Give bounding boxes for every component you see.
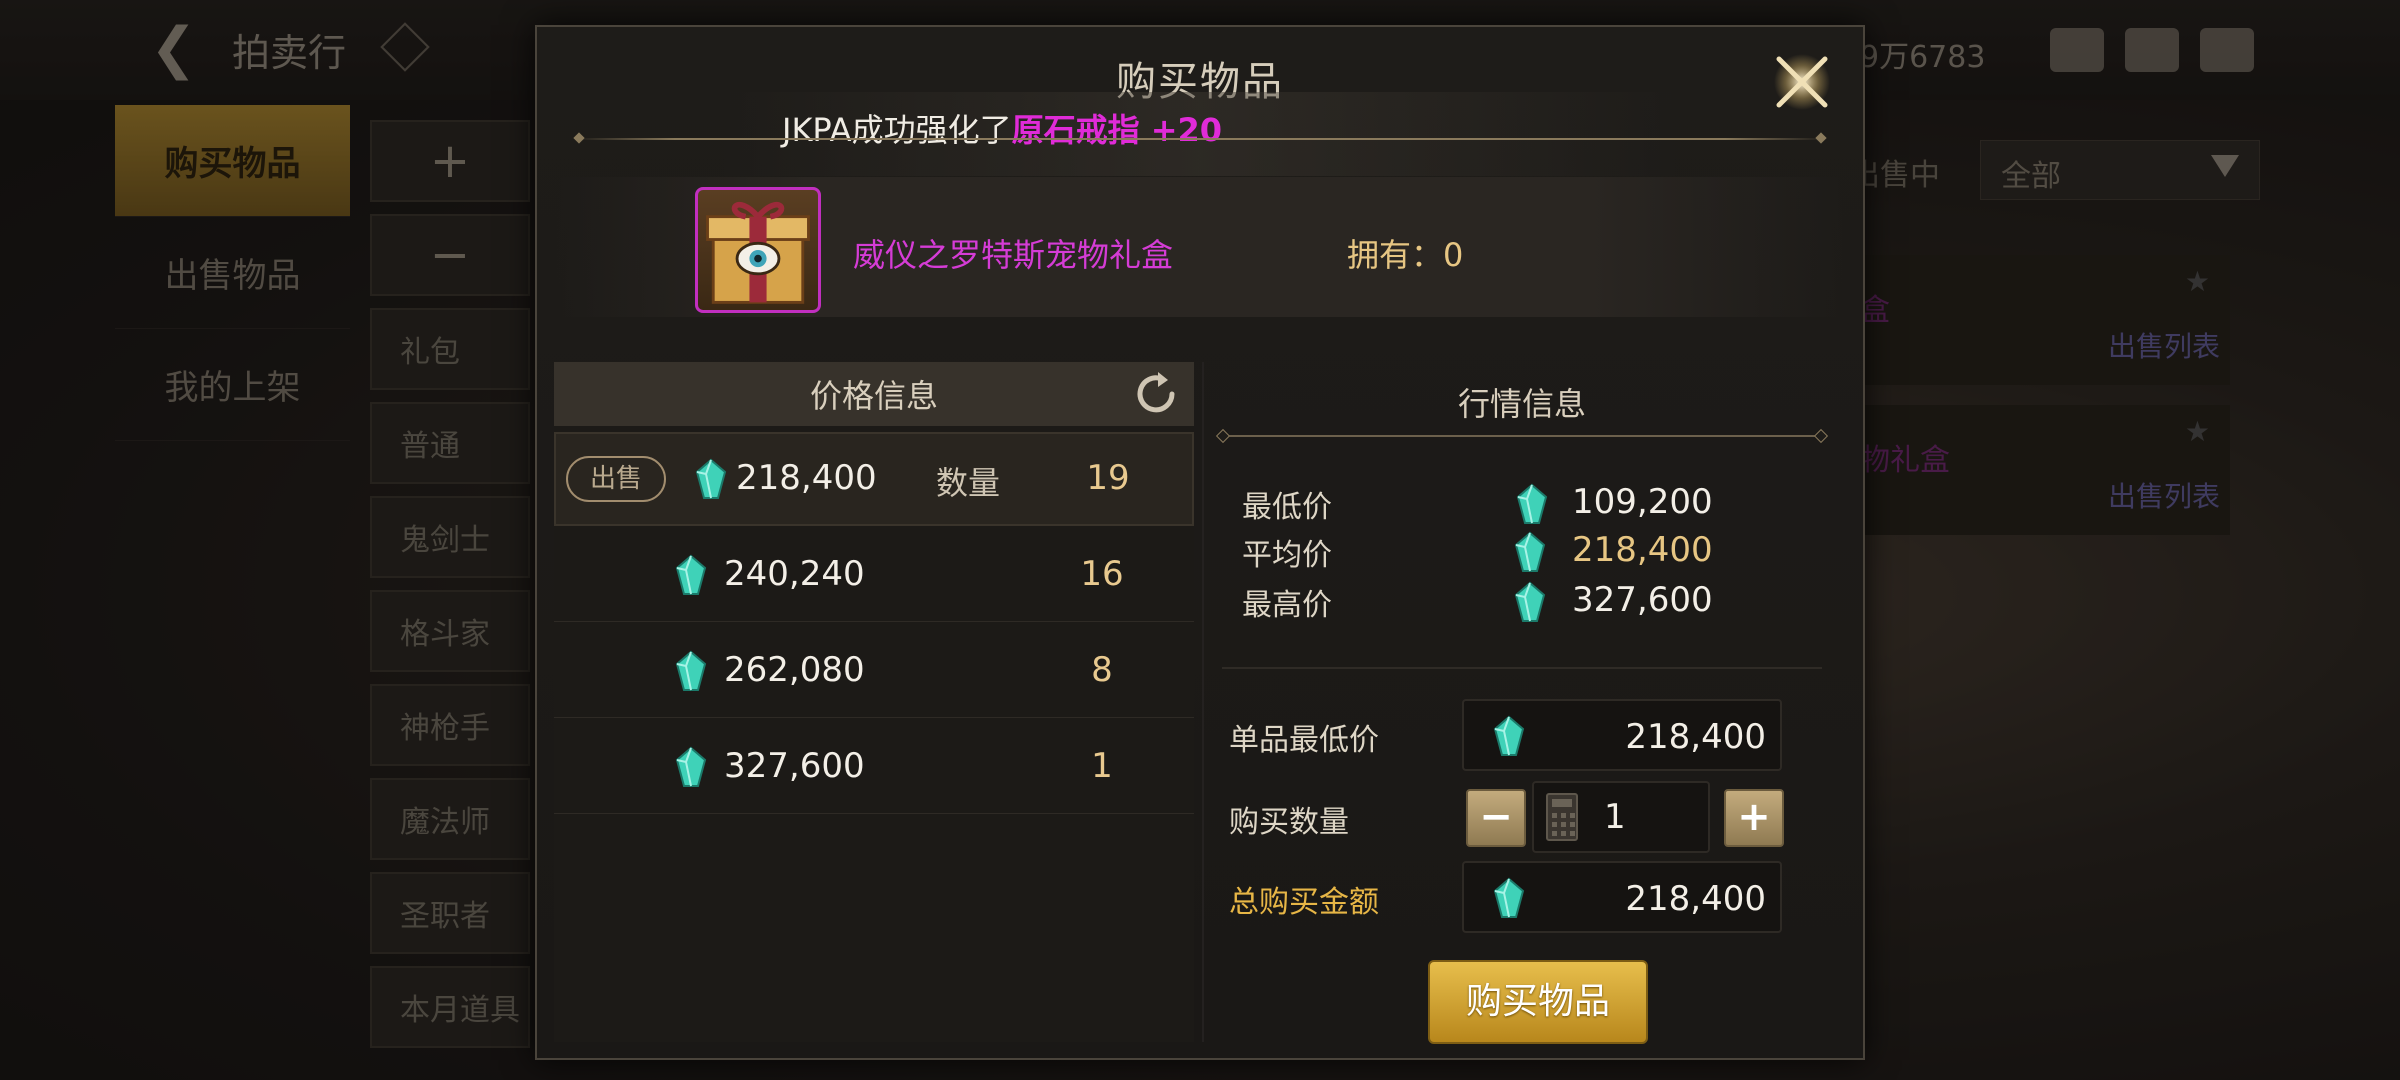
quantity-label: 数量 [936, 464, 1001, 502]
price-value: 218,400 [736, 458, 877, 498]
decrease-quantity-button[interactable]: − [1466, 789, 1526, 847]
total-amount-field: 218,400 [1462, 861, 1782, 933]
quantity-value: 1 [1604, 797, 1626, 837]
gem-icon [695, 458, 727, 499]
max-price-value: 327,600 [1572, 580, 1713, 620]
price-row[interactable]: 262,080 8 [554, 622, 1194, 718]
unit-min-price-field: 218,400 [1462, 699, 1782, 771]
price-value: 327,600 [724, 746, 865, 786]
gem-icon [1493, 715, 1525, 756]
broadcast-ticker: JKPA成功强化了原石戒指 +20 [782, 105, 1222, 151]
quantity-value: 16 [1080, 554, 1124, 594]
quantity-value: 8 [1091, 650, 1113, 690]
increase-quantity-button[interactable]: + [1724, 789, 1784, 847]
price-value: 262,080 [724, 650, 865, 690]
ticker-prefix: JKPA成功强化了 [782, 111, 1012, 149]
price-row[interactable]: 240,240 16 [554, 526, 1194, 622]
purchase-quantity-label: 购买数量 [1229, 805, 1349, 840]
market-separator [1222, 667, 1822, 669]
market-divider [1222, 435, 1822, 437]
min-price-value: 109,200 [1572, 482, 1713, 522]
gem-icon [1514, 581, 1546, 622]
avg-price-label: 平均价 [1242, 538, 1332, 573]
title-divider [575, 138, 1825, 140]
gem-icon [1514, 531, 1546, 572]
price-row[interactable]: 出售 218,400 数量 19 [554, 432, 1194, 526]
gem-icon [1493, 877, 1525, 918]
price-value: 240,240 [724, 554, 865, 594]
total-amount-label: 总购买金额 [1229, 885, 1379, 920]
price-info-title: 价格信息 [809, 377, 938, 415]
max-price-label: 最高价 [1242, 588, 1332, 623]
gem-icon [1516, 483, 1548, 524]
price-info-header: 价格信息 [554, 362, 1194, 426]
gem-icon [675, 650, 707, 691]
quantity-input[interactable]: 1 [1532, 781, 1710, 853]
panel-divider [1202, 362, 1204, 1042]
gift-box-icon[interactable] [695, 187, 821, 313]
gem-icon [675, 554, 707, 595]
price-row[interactable]: 327,600 1 [554, 718, 1194, 814]
price-info-panel: 价格信息 出售 218,400 数量 19 240,240 16 262,080… [554, 362, 1194, 1042]
buy-button[interactable]: 购买物品 [1428, 960, 1648, 1044]
gem-icon [675, 746, 707, 787]
quantity-value: 19 [1086, 458, 1130, 498]
total-amount-value: 218,400 [1625, 879, 1766, 919]
refresh-icon[interactable] [1132, 370, 1180, 418]
calculator-icon[interactable] [1546, 793, 1578, 841]
market-info-title: 行情信息 [1457, 385, 1586, 423]
close-icon [1774, 54, 1830, 110]
close-button[interactable] [1769, 49, 1835, 115]
buy-item-dialog: 购买物品 JKPA成功强化了原石戒指 +20 威仪之罗特斯宠物礼盒 拥有：0 价… [535, 25, 1865, 1060]
unit-min-price-label: 单品最低价 [1229, 723, 1379, 758]
unit-min-price-value: 218,400 [1625, 717, 1766, 757]
quantity-value: 1 [1091, 746, 1113, 786]
sell-tag: 出售 [566, 456, 666, 502]
item-name: 威仪之罗特斯宠物礼盒 [853, 236, 1174, 274]
owned-count: 拥有：0 [1347, 236, 1464, 274]
ticker-highlight: 原石戒指 +20 [1011, 111, 1223, 149]
min-price-label: 最低价 [1242, 490, 1332, 525]
avg-price-value: 218,400 [1572, 530, 1713, 570]
